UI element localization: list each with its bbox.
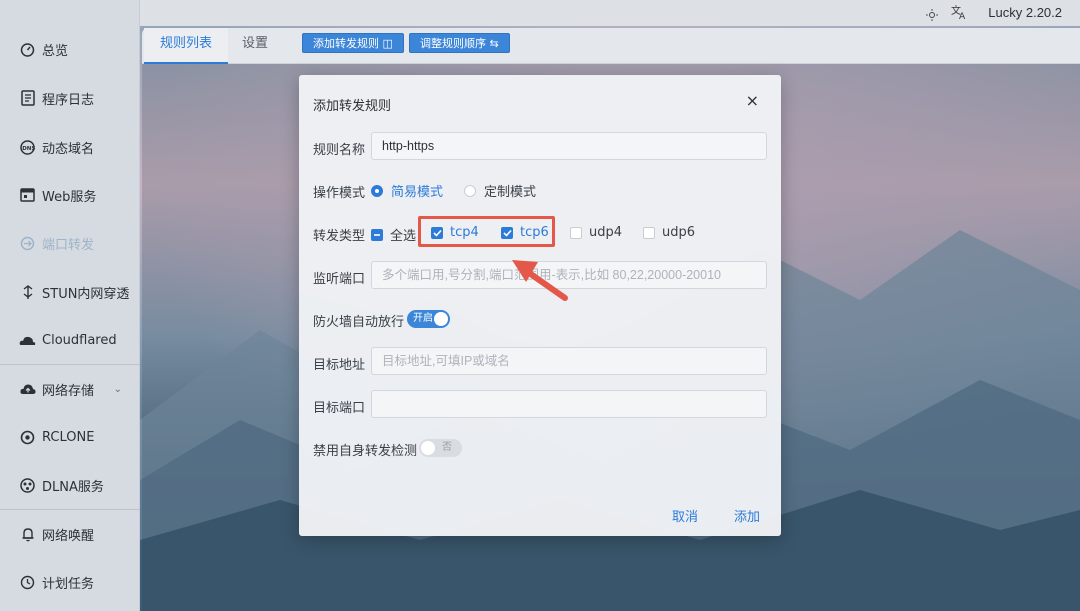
reorder-rules-button[interactable]: 调整规则顺序 ⇆ [409,33,510,53]
sidebar: 总览 程序日志 DNS 动态域名 Web服务 端口转发 STUN内网穿透 Clo… [0,0,140,611]
sidebar-item-overview[interactable]: 总览 [0,25,140,73]
rclone-icon [19,429,36,446]
sidebar-item-label: 程序日志 [42,92,95,108]
sidebar-item-label: 计划任务 [42,576,95,592]
close-icon[interactable]: × [746,93,759,109]
dlna-icon [19,477,36,494]
sidebar-item-schedule[interactable]: 计划任务 [0,558,140,606]
chevron-down-icon: ⌄ [113,383,122,395]
dns-icon: DNS [19,139,36,156]
dialog-title: 添加转发规则 [313,99,392,114]
log-icon [19,90,36,107]
checkbox-label: udp4 [589,225,623,240]
target-port-label: 目标端口 [313,401,366,416]
sidebar-item-cloudflared[interactable]: Cloudflared [0,316,140,364]
add-rule-button[interactable]: 添加转发规则 ◫ [302,33,404,53]
app-version: Lucky 2.20.2 [988,5,1062,20]
cancel-button[interactable]: 取消 [672,506,698,525]
checkbox-label: udp6 [662,225,696,240]
annotation-arrow-icon [512,260,568,301]
sidebar-item-wol[interactable]: 网络唤醒 [0,510,140,558]
add-rule-label: 添加转发规则 [313,37,379,50]
port-forward-icon [19,235,36,252]
checkbox-box [570,226,582,239]
sidebar-item-logs[interactable]: 程序日志 [0,74,140,122]
forward-type-label: 转发类型 [313,229,366,244]
sidebar-item-label: RCLONE [42,429,95,445]
sidebar-item-label: 网络唤醒 [42,528,95,544]
select-all-checkbox[interactable]: 全选 [371,225,416,244]
sidebar-item-rclone[interactable]: RCLONE [0,413,140,461]
radio-dot [371,184,383,197]
target-address-label: 目标地址 [313,358,366,373]
document-icon: ◫ [382,37,393,50]
rule-name-label: 规则名称 [313,143,366,158]
firewall-label: 防火墙自动放行 [313,315,405,330]
bell-icon [19,526,36,543]
theme-sun-icon[interactable] [926,6,938,25]
dashboard-icon [19,41,36,58]
sidebar-item-label: Web服务 [42,189,97,205]
sidebar-item-port-forward[interactable]: 端口转发 [0,219,140,267]
mode-custom-radio[interactable]: 定制模式 [464,181,536,200]
sort-icon: ⇆ [489,37,499,50]
stun-icon [19,284,36,301]
sidebar-item-label: 总览 [42,43,69,59]
checkbox-box [643,226,655,239]
radio-dot [464,184,476,197]
target-port-input[interactable] [371,390,767,418]
mode-label: 操作模式 [313,186,366,201]
radio-label: 简易模式 [391,185,444,200]
target-address-input[interactable]: 目标地址,可填IP或域名 [371,347,767,375]
firewall-toggle[interactable]: 开启 [407,310,450,328]
translate-icon[interactable]: 文A [951,4,968,24]
self-check-toggle[interactable]: 否 [419,439,462,457]
toggle-knob [434,312,448,326]
udp6-checkbox[interactable]: udp6 [643,225,695,240]
sidebar-item-web[interactable]: Web服务 [0,171,140,219]
annotation-highlight-box [418,216,555,247]
sidebar-item-label: 动态域名 [42,141,95,157]
toggle-text: 否 [442,442,452,453]
sidebar-item-stun[interactable]: STUN内网穿透 [0,268,140,316]
web-service-icon [19,187,36,204]
sidebar-item-storage[interactable]: 网络存储 ⌄ [0,365,140,413]
tab-bar: 规则列表 设置 添加转发规则 ◫ 调整规则顺序 ⇆ [142,28,1080,64]
svg-text:A: A [959,12,966,20]
tab-rule-list[interactable]: 规则列表 [144,28,229,64]
top-bar: 文A Lucky 2.20.2 [140,0,1080,26]
reorder-label: 调整规则顺序 [420,37,486,50]
sidebar-item-label: 端口转发 [42,237,95,253]
sidebar-item-dlna[interactable]: DLNA服务 [0,461,140,509]
udp4-checkbox[interactable]: udp4 [570,225,622,240]
mode-simple-radio[interactable]: 简易模式 [371,181,443,200]
sidebar-item-label: 网络存储 [42,383,95,399]
checkbox-label: 全选 [390,229,417,244]
clock-icon [19,574,36,591]
rule-name-input[interactable]: http-https [371,132,767,160]
self-check-label: 禁用自身转发检测 [313,444,418,459]
listen-port-label: 监听端口 [313,272,366,287]
sidebar-item-label: STUN内网穿透 [42,286,130,302]
svg-text:DNS: DNS [22,146,35,152]
sidebar-item-label: DLNA服务 [42,479,104,495]
cloud-storage-icon [19,381,36,398]
toggle-knob [421,441,435,455]
radio-label: 定制模式 [484,185,537,200]
indeterminate-icon [371,228,383,241]
sidebar-item-ddns[interactable]: DNS 动态域名 [0,123,140,171]
toggle-text: 开启 [413,313,433,324]
submit-button[interactable]: 添加 [734,506,760,525]
sidebar-item-label: Cloudflared [42,332,117,348]
tab-settings[interactable]: 设置 [226,28,284,64]
cloudflare-icon [19,332,36,349]
